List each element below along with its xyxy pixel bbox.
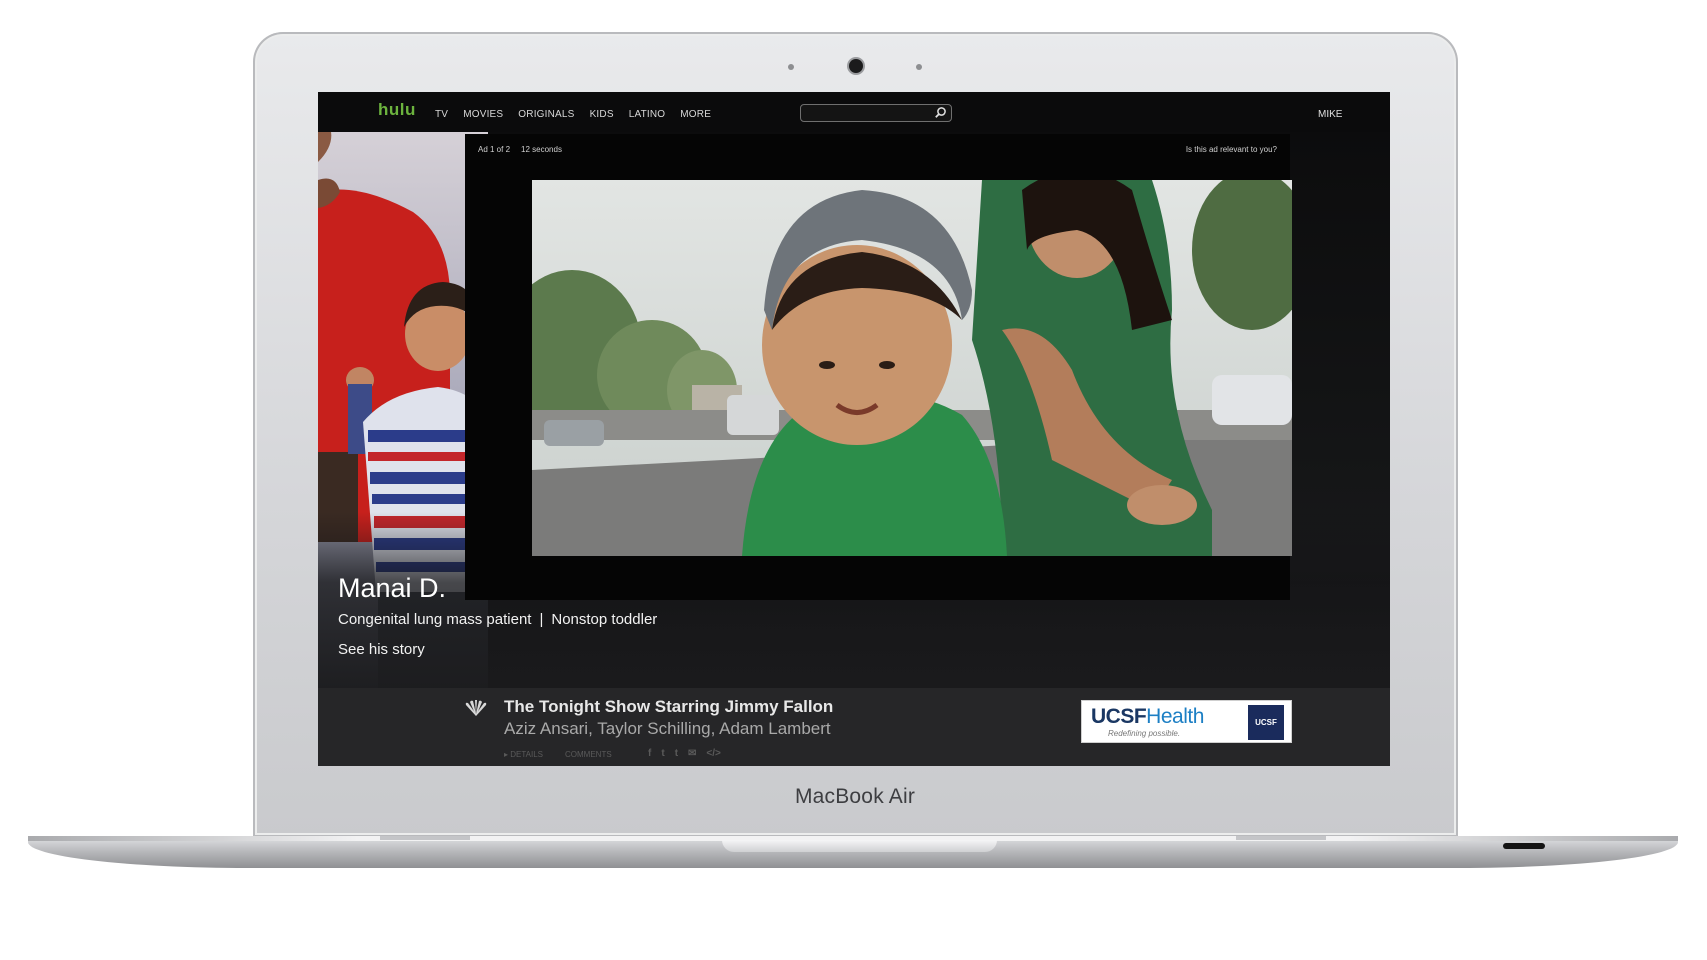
- sponsor-tagline: Redefining possible.: [1108, 729, 1181, 738]
- ambient-sensor-right: [916, 64, 922, 70]
- device-label: MacBook Air: [794, 785, 916, 808]
- nav-link-latino[interactable]: LATINO: [629, 109, 666, 120]
- twitter-icon[interactable]: t: [661, 748, 664, 759]
- nav-link-more[interactable]: MORE: [680, 109, 711, 120]
- search-icon[interactable]: [934, 106, 947, 119]
- hero-subtitle-left: Congenital lung mass patient: [338, 611, 532, 628]
- peacock-icon: [465, 700, 487, 716]
- lid-notch: [722, 840, 997, 852]
- hinge-right: [1236, 836, 1326, 840]
- facebook-icon[interactable]: f: [648, 748, 651, 759]
- sponsor-banner[interactable]: UCSFHealth Redefining possible. UCSF: [1081, 700, 1292, 743]
- ad-duration: 12 seconds: [521, 145, 562, 154]
- ad-player[interactable]: Ad 1 of 2 12 seconds Is this ad relevant…: [465, 134, 1292, 600]
- show-tabs: ▸ DETAILS COMMENTS: [504, 750, 612, 759]
- ad-relevance-link[interactable]: Is this ad relevant to you?: [1186, 145, 1277, 154]
- hero-subtitle: Congenital lung mass patient | Nonstop t…: [338, 611, 657, 628]
- hero-title: Manai D.: [338, 573, 447, 603]
- side-port: [1503, 843, 1545, 849]
- ambient-sensor-left: [788, 64, 794, 70]
- share-icons: f t t ✉ </>: [648, 748, 721, 759]
- sponsor-badge: UCSF: [1248, 705, 1284, 740]
- nav-link-kids[interactable]: KIDS: [590, 109, 614, 120]
- show-guests: Aziz Ansari, Taylor Schilling, Adam Lamb…: [504, 719, 831, 738]
- nav-link-originals[interactable]: ORIGINALS: [518, 109, 574, 120]
- tab-details[interactable]: ▸ DETAILS: [504, 750, 543, 759]
- hero-subtitle-separator: |: [539, 611, 544, 628]
- ad-video-frame[interactable]: [532, 180, 1292, 556]
- camera-icon: [849, 59, 863, 73]
- nav-links: TV MOVIES ORIGINALS KIDS LATINO MORE: [435, 109, 711, 120]
- search-input[interactable]: [800, 104, 952, 122]
- nav-link-movies[interactable]: MOVIES: [463, 109, 503, 120]
- sponsor-logo-text: UCSFHealth: [1091, 705, 1204, 729]
- email-icon[interactable]: ✉: [688, 748, 696, 759]
- user-menu[interactable]: MIKE: [1318, 109, 1342, 120]
- nav-link-tv[interactable]: TV: [435, 109, 448, 120]
- tumblr-icon[interactable]: t: [675, 748, 678, 759]
- laptop-screen: hulu TV MOVIES ORIGINALS KIDS LATINO MOR…: [318, 92, 1390, 766]
- ad-status: Ad 1 of 2 12 seconds: [478, 145, 562, 154]
- hero-subtitle-right: Nonstop toddler: [551, 611, 658, 628]
- top-nav: hulu TV MOVIES ORIGINALS KIDS LATINO MOR…: [318, 92, 1390, 132]
- embed-icon[interactable]: </>: [706, 748, 720, 759]
- tab-comments[interactable]: COMMENTS: [565, 750, 612, 759]
- sponsor-brand-suffix: Health: [1146, 705, 1204, 728]
- hinge-left: [380, 836, 470, 840]
- ad-counter: Ad 1 of 2: [478, 145, 511, 154]
- hulu-logo[interactable]: hulu: [378, 100, 416, 120]
- show-info-bar: The Tonight Show Starring Jimmy Fallon A…: [318, 688, 1390, 766]
- show-title[interactable]: The Tonight Show Starring Jimmy Fallon: [504, 697, 833, 717]
- see-story-link[interactable]: See his story: [338, 641, 425, 658]
- sponsor-brand: UCSF: [1091, 705, 1147, 728]
- ad-video-image: [532, 180, 1292, 556]
